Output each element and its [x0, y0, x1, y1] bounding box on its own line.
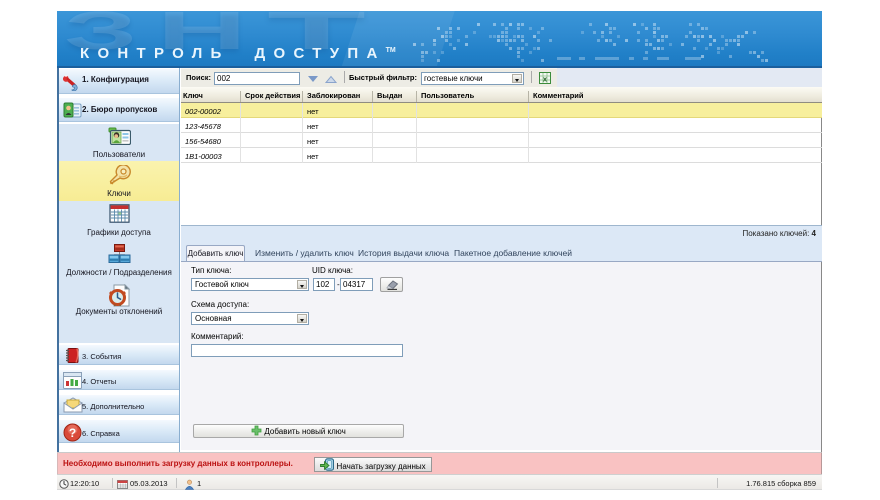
svg-text:?: ?: [69, 426, 76, 440]
